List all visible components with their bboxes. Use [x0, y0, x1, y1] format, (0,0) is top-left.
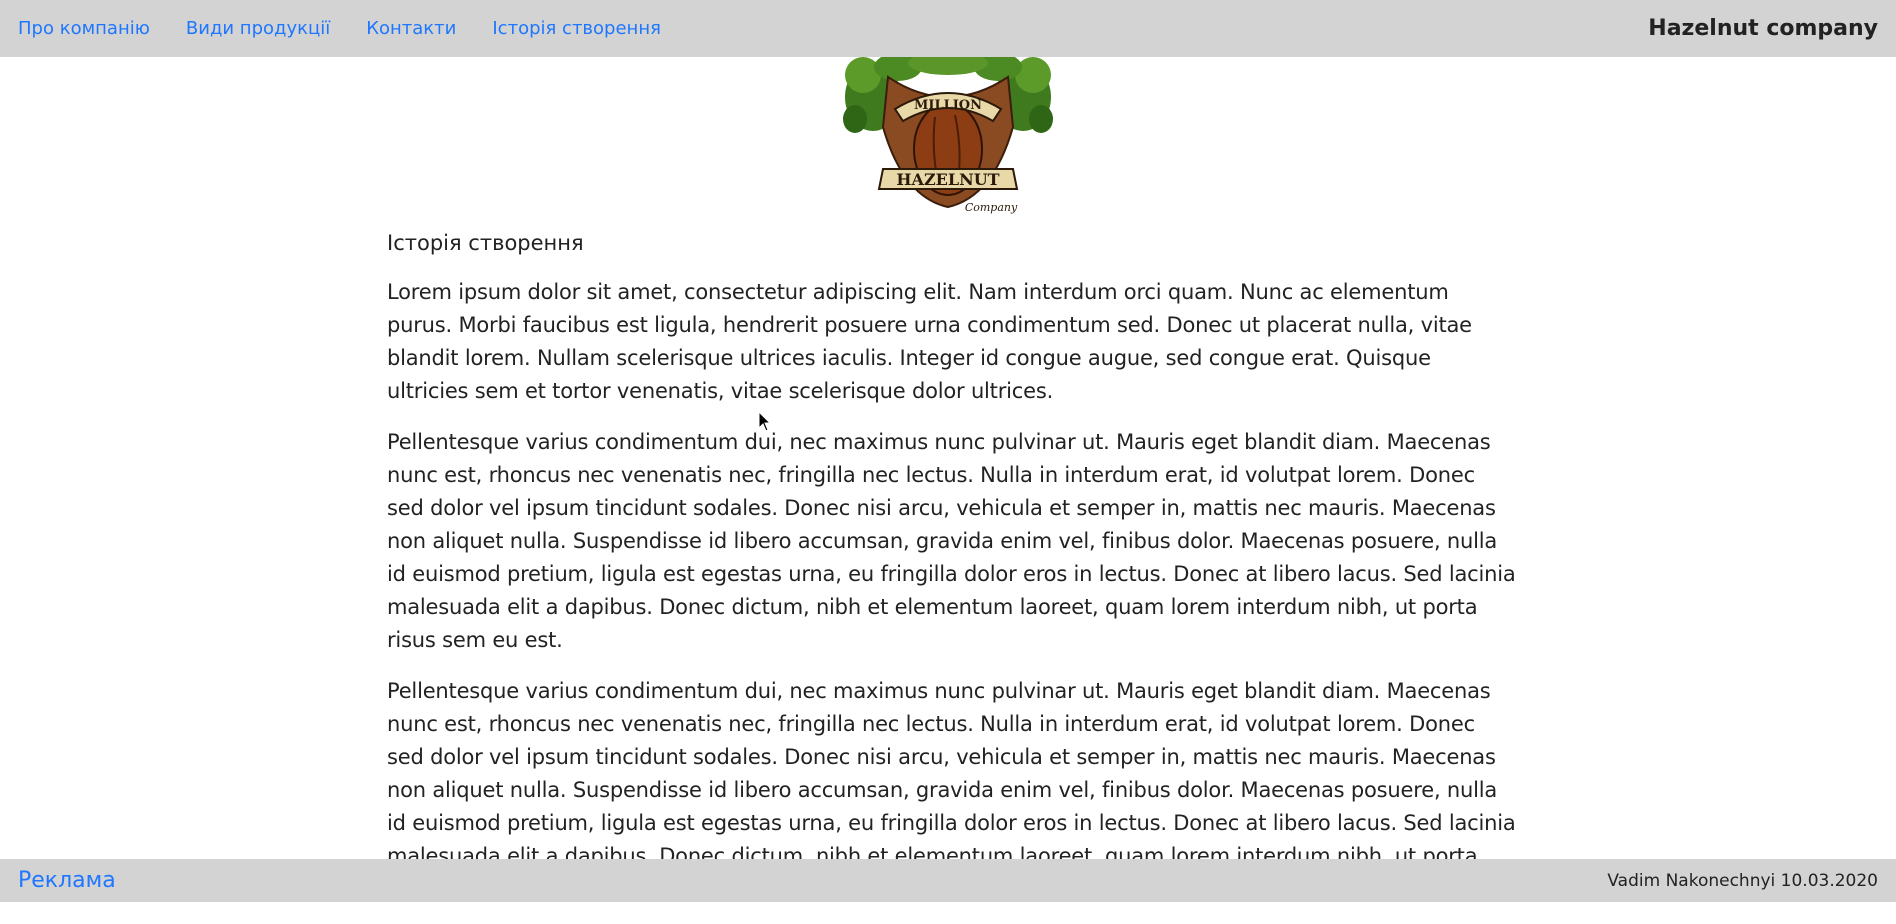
nav-link-about[interactable]: Про компанію	[18, 18, 150, 39]
top-navbar: Про компанію Види продукції Контакти Іст…	[0, 0, 1896, 57]
logo-text-top: MILLION	[914, 98, 982, 113]
main-content: Історія створення Lorem ipsum dolor sit …	[387, 228, 1517, 924]
paragraph-1: Lorem ipsum dolor sit amet, consectetur …	[387, 280, 1472, 403]
page-title: Історія створення	[387, 231, 584, 255]
nav-link-contacts[interactable]: Контакти	[366, 18, 456, 39]
nav-links: Про компанію Види продукції Контакти Іст…	[18, 18, 661, 39]
footer-bar: Реклама Vadim Nakonechnyi 10.03.2020	[0, 859, 1896, 902]
ad-link[interactable]: Реклама	[18, 868, 116, 893]
nav-link-products[interactable]: Види продукції	[186, 18, 330, 39]
logo-text-sub: Company	[965, 201, 1018, 214]
brand-title[interactable]: Hazelnut company	[1648, 16, 1878, 41]
logo-text-main: HAZELNUT	[896, 170, 999, 189]
footer-credits: Vadim Nakonechnyi 10.03.2020	[1607, 870, 1878, 891]
nav-link-history[interactable]: Історія створення	[492, 18, 661, 39]
hazelnut-logo-icon: MILLION HAZELNUT Company	[843, 51, 1053, 220]
paragraph-2: Pellentesque varius condimentum dui, nec…	[387, 430, 1516, 652]
mouse-cursor-icon	[758, 410, 772, 433]
